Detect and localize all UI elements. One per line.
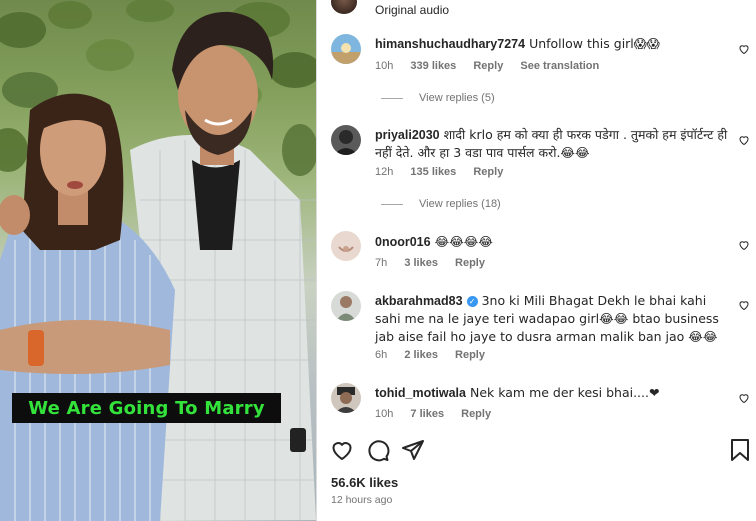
comment-username[interactable]: tohid_motiwala — [375, 386, 466, 400]
comment-meta: 7h 3 likes Reply — [375, 257, 499, 269]
comment-text-block: tohid_motiwala Nek kam me der kesi bhai..… — [375, 384, 731, 402]
comment-like-heart-icon[interactable] — [738, 299, 750, 311]
comment-like-heart-icon[interactable] — [738, 239, 750, 251]
heart-icon[interactable] — [330, 438, 354, 462]
reply-button[interactable]: Reply — [473, 60, 503, 72]
post-media[interactable]: We Are Going To Marry — [0, 0, 316, 521]
comment-username[interactable]: priyali2030 — [375, 128, 440, 142]
comment-likes[interactable]: 7 likes — [410, 408, 444, 420]
view-replies-button[interactable]: View replies (18) — [381, 198, 501, 210]
comment-like-heart-icon[interactable] — [738, 43, 750, 55]
comment-likes[interactable]: 135 likes — [410, 166, 456, 178]
comment-time: 10h — [375, 60, 394, 72]
comment-time: 10h — [375, 408, 394, 420]
replies-line — [381, 97, 403, 99]
video-caption-banner: We Are Going To Marry — [12, 393, 281, 423]
comment-time: 6h — [375, 349, 388, 361]
comment-text: Unfollow this girl😱😱 — [529, 36, 660, 51]
comment-meta: 6h 2 likes Reply — [375, 349, 499, 361]
post-action-bar — [317, 436, 756, 464]
comment-username[interactable]: akbarahmad83 — [375, 294, 463, 308]
video-caption-text: We Are Going To Marry — [28, 397, 265, 419]
audio-row[interactable]: Original audio — [317, 0, 756, 20]
view-replies-button[interactable]: View replies (5) — [381, 92, 495, 104]
commenter-avatar[interactable] — [331, 34, 361, 64]
commenter-avatar[interactable] — [331, 231, 361, 261]
view-replies-label[interactable]: View replies (5) — [419, 92, 495, 104]
commenter-avatar[interactable] — [331, 383, 361, 413]
original-audio-link[interactable]: Original audio — [375, 3, 449, 17]
comment-username[interactable]: himanshuchaudhary7274 — [375, 37, 525, 51]
comment-text-block: himanshuchaudhary7274 Unfollow this girl😱… — [375, 35, 731, 53]
share-icon[interactable] — [401, 438, 425, 462]
comment-text-block: 0noor016 😂😂😂😂 — [375, 233, 731, 251]
comment-like-heart-icon[interactable] — [738, 134, 750, 146]
see-translation-link[interactable]: See translation — [520, 60, 599, 72]
comment-likes[interactable]: 2 likes — [404, 349, 438, 361]
comment-icon[interactable] — [366, 438, 390, 462]
comment-like-heart-icon[interactable] — [738, 392, 750, 404]
comments-panel: Original audio himanshuchaudhary7274 Unfo… — [317, 0, 756, 521]
commenter-avatar[interactable] — [331, 125, 361, 155]
replies-line — [381, 203, 403, 205]
comment-text-block: akbarahmad83 ✓ 3no ki Mili Bhagat Dekh le … — [375, 292, 731, 346]
comment-meta: 12h 135 likes Reply — [375, 166, 517, 178]
comment-likes[interactable]: 3 likes — [404, 257, 438, 269]
post-photo — [0, 0, 316, 521]
reply-button[interactable]: Reply — [455, 349, 485, 361]
view-replies-label[interactable]: View replies (18) — [419, 198, 501, 210]
comment-meta: 10h 339 likes Reply See translation — [375, 60, 613, 72]
reply-button[interactable]: Reply — [455, 257, 485, 269]
comment-time: 12h — [375, 166, 394, 178]
verified-badge-icon: ✓ — [466, 296, 478, 307]
post-timestamp[interactable]: 12 hours ago — [331, 494, 392, 506]
comment-username[interactable]: 0noor016 — [375, 235, 431, 249]
comment-meta: 10h 7 likes Reply — [375, 408, 505, 420]
comment-likes[interactable]: 339 likes — [410, 60, 456, 72]
commenter-avatar[interactable] — [331, 291, 361, 321]
reply-button[interactable]: Reply — [461, 408, 491, 420]
reply-button[interactable]: Reply — [473, 166, 503, 178]
author-avatar[interactable] — [331, 0, 357, 14]
bookmark-icon[interactable] — [729, 438, 751, 462]
comment-text: 😂😂😂😂 — [434, 234, 494, 249]
comment-time: 7h — [375, 257, 388, 269]
comment-text-block: priyali2030 शादी krlo हम को क्या ही फरक प… — [375, 126, 731, 162]
comment-text: Nek kam me der kesi bhai....❤ — [469, 385, 660, 400]
post-likes-count[interactable]: 56.6K likes — [331, 475, 398, 490]
